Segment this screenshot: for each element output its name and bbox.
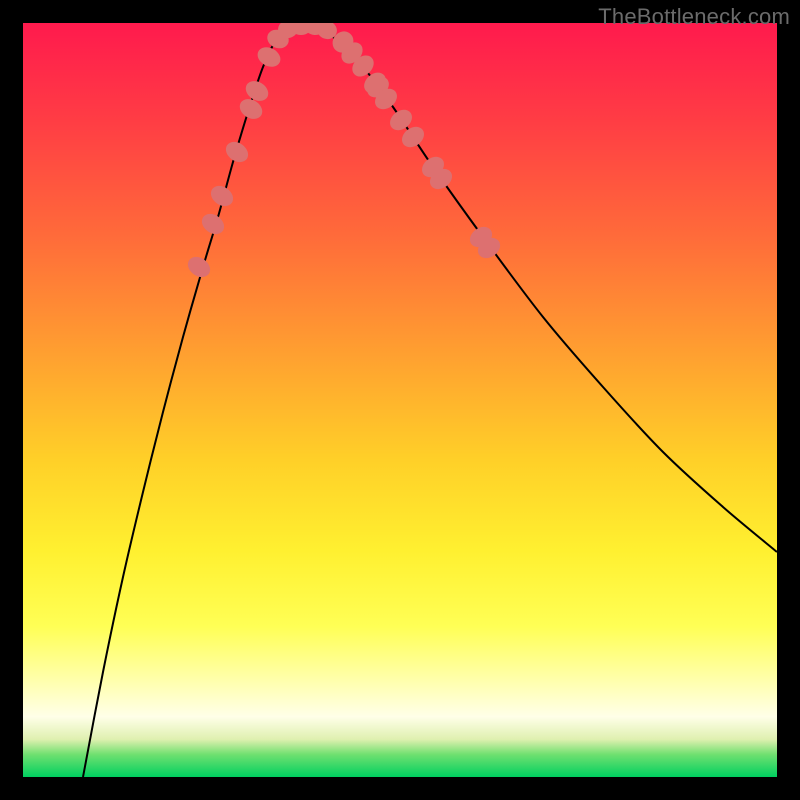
watermark-text: TheBottleneck.com — [598, 4, 790, 30]
chart-svg — [23, 23, 777, 777]
marker-layer — [184, 23, 504, 281]
gradient-plot-area — [23, 23, 777, 777]
curve-marker — [222, 138, 252, 167]
curve-layer — [83, 24, 777, 777]
bottleneck-curve — [83, 24, 777, 777]
curve-marker — [184, 253, 214, 282]
